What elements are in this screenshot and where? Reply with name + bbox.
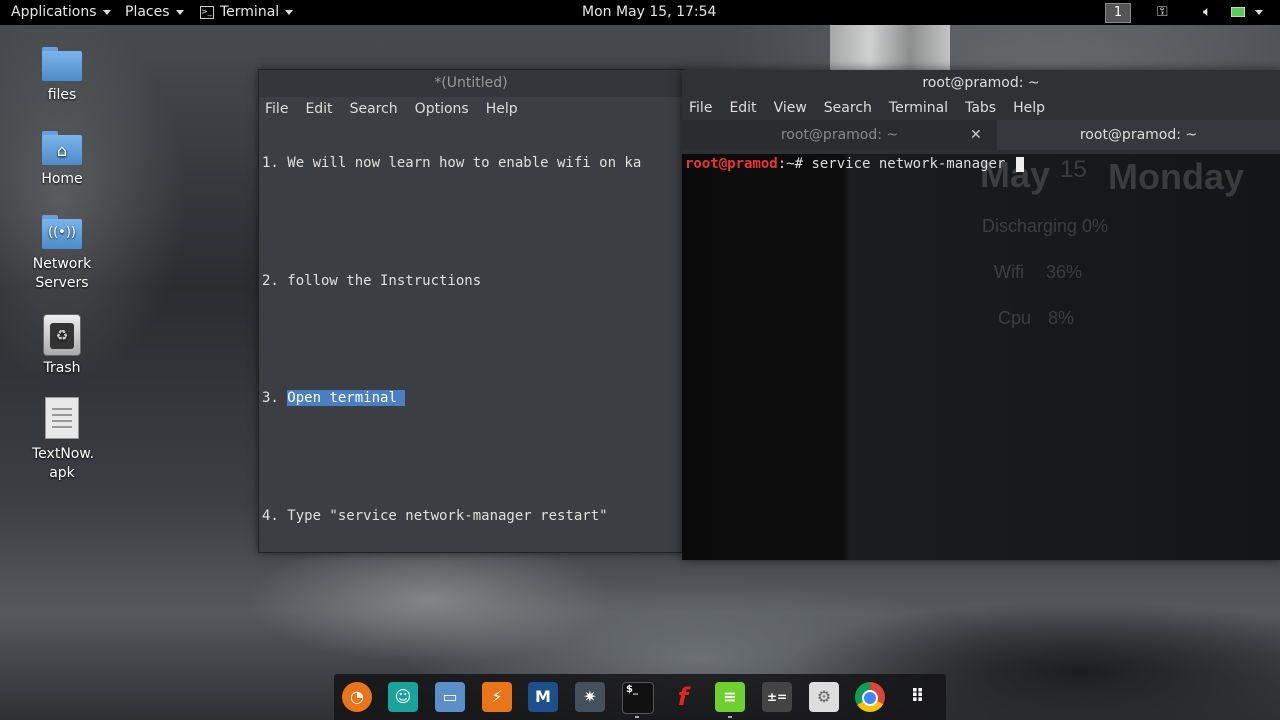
key-icon[interactable]: ⚿	[1157, 0, 1168, 25]
close-icon[interactable]: ✕	[970, 120, 982, 150]
editor-text-area[interactable]: 1. We will now learn how to enable wifi …	[259, 121, 683, 564]
desktop-icon-network-servers[interactable]: ((•)) Network Servers	[22, 215, 102, 293]
app-grid-icon[interactable]: ⠿	[902, 682, 932, 712]
files-icon[interactable]: ▭	[435, 682, 465, 712]
desktop-icon-label: TextNow. apk	[32, 446, 94, 481]
editor-menubar: File Edit Search Options Help	[259, 97, 683, 121]
terminal-icon[interactable]: $_	[622, 682, 654, 714]
terminal-tab-label: root@pramod: ~	[780, 127, 899, 143]
trash-icon: ♻	[43, 314, 81, 356]
terminal-menu-tabs[interactable]: Tabs	[965, 96, 996, 120]
places-menu[interactable]: Places	[125, 0, 184, 25]
editor-line: 4. Type "service network-manager restart…	[262, 507, 608, 524]
power-menu[interactable]	[1249, 0, 1263, 25]
notes-icon[interactable]: ≡	[715, 682, 745, 712]
prompt-user: root@pramod	[685, 156, 778, 172]
folder-icon	[42, 47, 82, 81]
prompt-path: :~#	[777, 156, 812, 172]
conky-weekday: Monday	[1108, 156, 1245, 197]
desktop-icon-files[interactable]: files	[22, 47, 102, 103]
terminal-menu-search[interactable]: Search	[824, 96, 872, 120]
editor-menu-help[interactable]: Help	[486, 97, 518, 121]
file-icon	[45, 397, 79, 439]
dock: ◔ ☺ ▭ ⚡ M ✷ $_ f ≡ ±= ⚙ ⠿	[334, 674, 946, 720]
applications-menu[interactable]: Applications	[11, 0, 111, 25]
terminal-menu-label: Terminal	[220, 4, 280, 20]
chevron-down-icon	[1255, 9, 1263, 15]
terminal-title: root@pramod: ~	[682, 70, 1280, 96]
running-indicator	[635, 716, 639, 718]
conky-cpu-value: 8%	[1048, 308, 1075, 328]
chevron-down-icon	[102, 9, 111, 15]
desktop-icon-textnow-apk[interactable]: TextNow. apk	[22, 397, 102, 483]
conky-cpu-label: Cpu	[998, 308, 1032, 328]
firefox-icon[interactable]: ◔	[342, 682, 372, 712]
editor-menu-edit[interactable]: Edit	[305, 97, 332, 121]
terminal-menu-edit[interactable]: Edit	[729, 96, 756, 120]
editor-line: 1. We will now learn how to enable wifi …	[262, 155, 642, 171]
terminal-output[interactable]: May 15 Monday Discharging 0% Wifi 36% Cp…	[682, 154, 1280, 560]
terminal-menu-help[interactable]: Help	[1013, 96, 1045, 120]
chrome-icon[interactable]	[855, 682, 885, 712]
wallpaper-waterfall	[830, 25, 950, 70]
applications-label: Applications	[11, 4, 97, 20]
burpsuite-icon[interactable]: ⚡	[482, 682, 512, 712]
text-editor-window: *(Untitled) File Edit Search Options Help 1.…	[258, 69, 684, 553]
desktop-icon-home[interactable]: ⌂ Home	[22, 131, 102, 187]
network-folder-icon: ((•))	[42, 215, 82, 249]
armitage-icon[interactable]: ✷	[575, 682, 605, 712]
terminal-tab-label: root@pramod: ~	[1079, 127, 1198, 143]
terminal-small-icon: >_	[200, 5, 214, 19]
editor-menu-options[interactable]: Options	[415, 97, 469, 121]
terminal-tab-2[interactable]: root@pramod: ~	[997, 120, 1280, 150]
editor-line: 3. Open terminal	[262, 388, 683, 415]
desktop-icon-label: Trash	[43, 360, 81, 376]
metasploit-icon[interactable]: M	[528, 682, 558, 712]
terminal-tabbar: root@pramod: ~ ✕ root@pramod: ~	[682, 120, 1280, 150]
calculator-icon[interactable]: ±=	[762, 682, 792, 712]
faraday-icon[interactable]: f	[668, 682, 698, 712]
conky-wifi-value: 36%	[1046, 262, 1083, 282]
editor-menu-search[interactable]: Search	[350, 97, 398, 121]
kali-avatar-icon[interactable]: ☺	[388, 682, 418, 712]
volume-icon[interactable]: 🔈︎	[1203, 0, 1211, 25]
terminal-menu-view[interactable]: View	[774, 96, 807, 120]
clock[interactable]: Mon May 15, 17:54	[582, 0, 716, 25]
workspace-indicator[interactable]: 1	[1105, 3, 1131, 23]
chevron-down-icon	[285, 9, 294, 15]
selected-text: Open terminal	[287, 390, 406, 406]
terminal-menu-terminal[interactable]: Terminal	[889, 96, 948, 120]
terminal-tab-1[interactable]: root@pramod: ~ ✕	[682, 120, 997, 150]
editor-menu-file[interactable]: File	[265, 97, 288, 121]
terminal-window: root@pramod: ~ File Edit View Search Termina…	[682, 70, 1280, 560]
terminal-menu-file[interactable]: File	[689, 96, 712, 120]
editor-line-prefix: 3.	[262, 390, 288, 406]
conky-battery: Discharging 0%	[982, 216, 1109, 236]
desktop-icon-label: Home	[41, 171, 83, 187]
terminal-prompt-line: root@pramod:~# service network-manager	[685, 154, 1024, 174]
places-label: Places	[125, 4, 170, 20]
battery-icon[interactable]	[1231, 0, 1245, 25]
running-indicator	[728, 716, 732, 718]
conky-wifi-label: Wifi	[994, 262, 1024, 282]
terminal-menubar: File Edit View Search Terminal Tabs Help	[682, 96, 1280, 120]
editor-title: *(Untitled)	[259, 70, 683, 97]
editor-line: 2. follow the Instructions	[262, 272, 482, 289]
home-folder-icon: ⌂	[42, 131, 82, 165]
settings-icon[interactable]: ⚙	[809, 682, 839, 712]
conky-day: 15	[1060, 156, 1087, 183]
desktop-icon-label: Network Servers	[32, 256, 92, 291]
desktop-icon-label: files	[47, 87, 77, 103]
desktop-icon-trash[interactable]: ♻ Trash	[22, 314, 102, 376]
top-panel: Applications Places >_ Terminal Mon May 1…	[0, 0, 1280, 25]
terminal-app-menu[interactable]: >_ Terminal	[200, 0, 294, 25]
text-cursor	[1015, 156, 1024, 172]
chevron-down-icon	[175, 9, 184, 15]
typed-command: service network-manager	[811, 156, 1014, 172]
